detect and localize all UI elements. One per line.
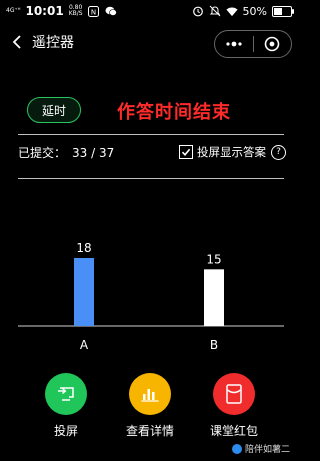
battery-percent: 50% xyxy=(242,4,267,18)
delay-button[interactable]: 延时 xyxy=(27,97,81,123)
battery-icon xyxy=(272,5,294,17)
category-label-B: B xyxy=(210,338,218,352)
nav-bar: 遥控器 xyxy=(0,26,300,58)
projection-label: 投屏显示答案 xyxy=(197,145,266,159)
projection-checkbox[interactable] xyxy=(179,145,193,159)
clock: 10:01 xyxy=(25,4,64,18)
view-details-label: 查看详情 xyxy=(125,424,174,438)
chart-top-divider xyxy=(18,178,284,179)
watermark-text: 陪伴如薯二 xyxy=(244,445,290,455)
project-screen-label: 投屏 xyxy=(53,424,78,438)
submission-status: 已提交： 33 / 37 xyxy=(18,144,114,161)
action-bar: 投屏 查看详情 课堂红包 xyxy=(0,373,300,438)
wifi-icon xyxy=(226,5,238,17)
miniprogram-capsule xyxy=(214,30,292,58)
view-details-button[interactable] xyxy=(129,373,171,415)
watermark: 陪伴如薯二 xyxy=(231,442,290,455)
red-envelope-label: 课堂红包 xyxy=(209,424,258,438)
more-dots-icon xyxy=(226,41,242,47)
project-screen-button[interactable] xyxy=(45,373,87,415)
data-label-B: 15 xyxy=(206,252,221,266)
project-screen-action[interactable]: 投屏 xyxy=(36,373,96,439)
bar-B xyxy=(204,269,224,326)
status-left: 4G⁺ᴴ 10:01 0.80 KB/S N xyxy=(0,4,117,18)
status-bar: 4G⁺ᴴ 10:01 0.80 KB/S N 50% xyxy=(0,0,300,22)
help-icon[interactable]: ? xyxy=(271,144,286,160)
network-speed: 0.80 KB/S xyxy=(69,5,83,17)
answer-time-ended-text: 作答时间结束 xyxy=(117,102,231,123)
more-button[interactable] xyxy=(215,31,253,57)
red-envelope-action[interactable]: 课堂红包 xyxy=(204,373,264,439)
bar-chart-icon xyxy=(141,389,159,402)
red-envelope-button[interactable] xyxy=(213,373,255,415)
target-close-icon xyxy=(264,36,280,52)
signal-indicator: 4G⁺ᴴ xyxy=(6,7,21,14)
checkmark-icon xyxy=(181,148,191,157)
red-envelope-icon xyxy=(226,384,242,404)
chevron-left-icon xyxy=(12,35,21,49)
watermark-logo-icon xyxy=(231,443,242,454)
alarm-icon xyxy=(192,5,204,17)
mute-icon xyxy=(209,5,221,17)
category-label-A: A xyxy=(80,338,89,352)
wechat-notification-icon xyxy=(105,5,117,17)
back-button[interactable] xyxy=(6,31,28,53)
data-label-A: 18 xyxy=(76,241,91,255)
answer-distribution-chart: 18 A 15 B xyxy=(18,241,284,352)
battery-level xyxy=(274,7,282,15)
projection-answer-toggle[interactable]: 投屏显示答案 ? xyxy=(179,144,286,160)
status-right: 50% xyxy=(192,5,300,18)
submitted-label: 已提交： xyxy=(18,146,67,160)
projection-icon xyxy=(58,387,74,401)
close-miniprogram-button[interactable] xyxy=(254,31,292,57)
svg-text:N: N xyxy=(91,8,96,16)
submitted-count: 33 / 37 xyxy=(72,146,115,160)
view-details-action[interactable]: 查看详情 xyxy=(120,373,180,439)
bar-A xyxy=(74,258,94,326)
network-speed-unit: KB/S xyxy=(68,10,83,17)
top-divider xyxy=(18,134,284,135)
nfc-icon: N xyxy=(88,5,100,17)
page-title: 遥控器 xyxy=(32,35,74,51)
